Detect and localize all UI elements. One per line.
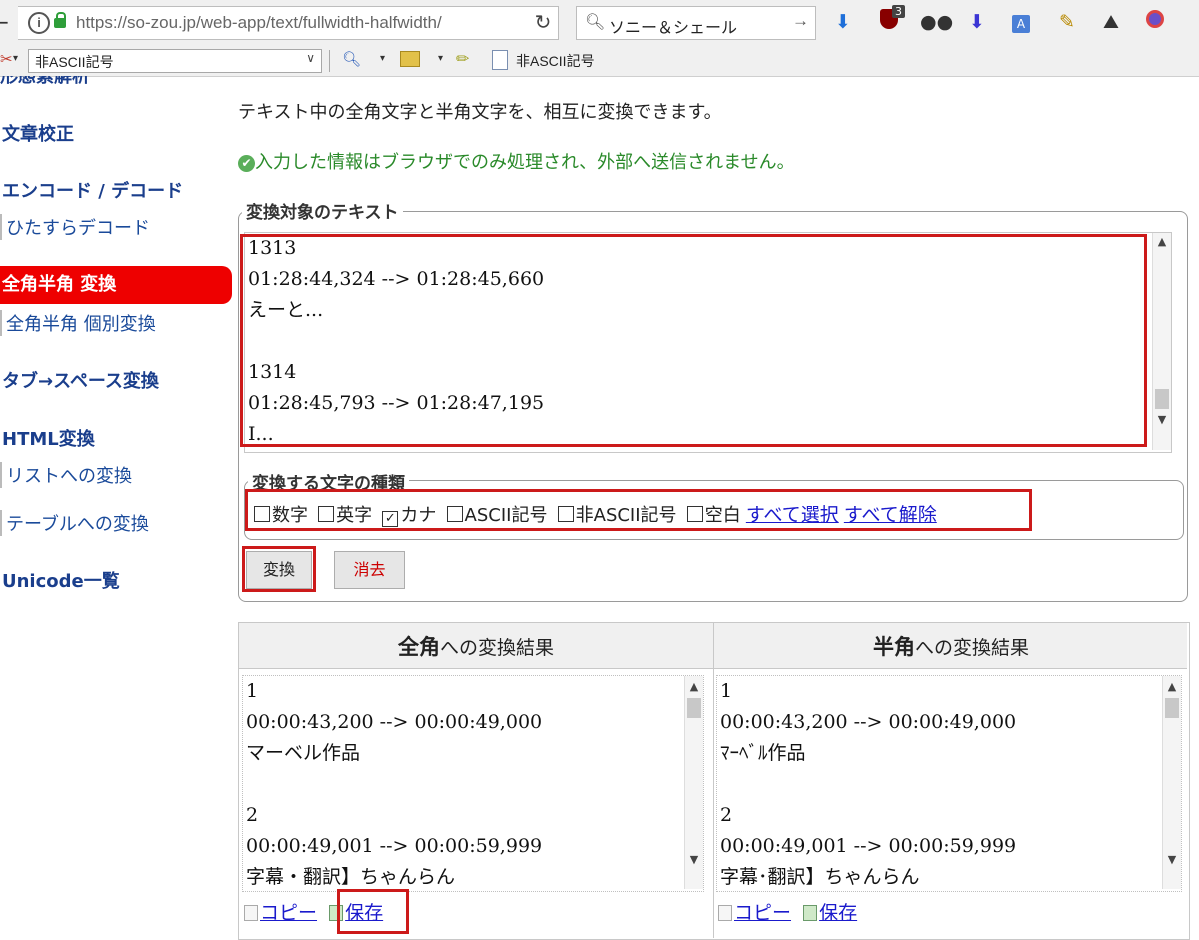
toolbar-divider [329,50,330,72]
highlighter-icon[interactable]: ✎ [1054,9,1080,35]
copy-icon [718,905,732,921]
sidebar-item-decode[interactable]: ひたすらデコード [0,214,150,240]
search-type-dropdown[interactable]: 非ASCII記号 ∨ [28,49,322,73]
convert-highlight [242,546,316,592]
fullwidth-copy-link[interactable]: コピー [260,902,317,924]
scroll-thumb[interactable] [1155,389,1169,409]
scroll-up-icon[interactable]: ▲ [685,680,703,693]
result-halfwidth-header: 半角への変換結果 [714,631,1188,661]
scroll-thumb[interactable] [687,698,701,718]
save-highlight [337,889,409,934]
sidebar-item-encode-decode[interactable]: エンコード / デコード [2,177,183,203]
sidebar-item-table[interactable]: テーブルへの変換 [0,510,149,536]
scroll-down-icon[interactable]: ▼ [1153,413,1171,426]
arrow-down-icon[interactable]: ⬇ [964,9,990,35]
toolbar-dropdown-arrow[interactable]: ▾ [13,53,18,64]
fullwidth-result-textarea[interactable]: 1 00:00:43,200 --> 00:00:49,000 マーベル作品 2… [242,675,704,892]
halfwidth-save-link[interactable]: 保存 [819,902,857,924]
sidebar-item-html[interactable]: HTML変換 [2,425,95,451]
image-icon[interactable]: ⛰ [1098,9,1124,35]
sidebar-item-list[interactable]: リストへの変換 [0,462,132,488]
halfwidth-result-text[interactable]: 1 00:00:43,200 --> 00:00:49,000 ﾏｰﾍﾞﾙ作品 … [720,676,1154,889]
halfwidth-scrollbar[interactable]: ▲ ▼ [1162,676,1181,889]
lock-icon [54,12,66,28]
halfwidth-actions: コピー 保存 [718,898,857,925]
scroll-thumb[interactable] [1165,698,1179,718]
halfwidth-header-bold: 半角 [872,635,915,659]
addon-badge: 3 [892,5,905,18]
sidebar-item-proofreading[interactable]: 文章校正 [2,120,74,146]
check-circle-icon: ✔ [238,155,255,172]
save-icon [803,905,818,921]
page-icon [492,50,508,70]
bookmark-label[interactable]: 非ASCII記号 [516,51,595,71]
halfwidth-header-rest: への変換結果 [914,637,1029,659]
privacy-note-text: 入力した情報はブラウザでのみ処理され、外部へ送信されません。 [255,152,795,173]
ublock-icon[interactable]: 3 [876,5,905,35]
folder-icon[interactable] [400,51,420,67]
download-icon[interactable]: ⬇ [830,9,856,35]
halfwidth-result-textarea[interactable]: 1 00:00:43,200 --> 00:00:49,000 ﾏｰﾍﾞﾙ作品 … [716,675,1182,892]
input-scrollbar[interactable]: ▲ ▼ [1152,233,1171,450]
search-bar[interactable]: 🔍︎ ソニー＆シェール → [576,6,816,40]
options-highlight [245,489,1032,531]
fullwidth-scrollbar[interactable]: ▲ ▼ [684,676,703,889]
reload-icon[interactable]: ↻ [528,6,558,38]
sidebar-item-fullwidth-halfwidth[interactable]: 全角半角 変換 [0,266,232,304]
address-bar[interactable]: i https://so-zou.jp/web-app/text/fullwid… [18,6,559,40]
back-arrow-icon[interactable]: ← [0,6,18,38]
scroll-up-icon[interactable]: ▲ [1163,680,1181,693]
fullwidth-result-text[interactable]: 1 00:00:43,200 --> 00:00:49,000 マーベル作品 2… [246,676,676,889]
clear-button[interactable]: 消去 [334,551,405,589]
scroll-up-icon[interactable]: ▲ [1153,235,1171,248]
fullwidth-header-rest: への変換結果 [439,637,554,659]
sidebar-item-unicode[interactable]: Unicode一覧 [2,567,120,593]
scroll-down-icon[interactable]: ▼ [685,853,703,866]
marker-icon[interactable]: ✏ [456,49,469,68]
fullwidth-header-bold: 全角 [397,635,440,659]
results-divider [713,623,714,938]
translate-icon[interactable]: A [1008,9,1034,35]
input-legend: 変換対象のテキスト [242,198,403,223]
input-highlight [240,234,1147,447]
sidebar-item-individual-conversion[interactable]: 全角半角 個別変換 [0,310,156,336]
folder-dropdown-arrow[interactable]: ▾ [438,53,443,64]
info-icon[interactable]: i [28,12,50,34]
color-picker-icon[interactable] [1142,9,1168,35]
url-text[interactable]: https://so-zou.jp/web-app/text/fullwidth… [76,13,442,33]
search-query[interactable]: ソニー＆シェール [609,14,737,38]
magnifier-dropdown-arrow[interactable]: ▾ [380,53,385,64]
copy-icon [244,905,258,921]
glasses-icon[interactable]: ●● [920,9,953,35]
halfwidth-copy-link[interactable]: コピー [734,902,791,924]
dropdown-value: 非ASCII記号 [35,54,114,70]
magnifier-icon[interactable]: 🔍︎ [342,50,361,68]
chevron-down-icon: ∨ [306,51,315,65]
search-go-icon[interactable]: → [792,11,809,31]
privacy-note: ✔ 入力した情報はブラウザでのみ処理され、外部へ送信されません。 [238,148,795,174]
search-icon: 🔍︎ [585,14,606,31]
page-description: テキスト中の全角文字と半角文字を、相互に変換できます。 [238,102,722,123]
result-fullwidth-header: 全角への変換結果 [239,631,713,661]
scroll-down-icon[interactable]: ▼ [1163,853,1181,866]
sidebar-item-tab-to-space[interactable]: タブ→スペース変換 [2,367,159,393]
toolbar-tool-icon[interactable]: ✂ [0,50,13,68]
